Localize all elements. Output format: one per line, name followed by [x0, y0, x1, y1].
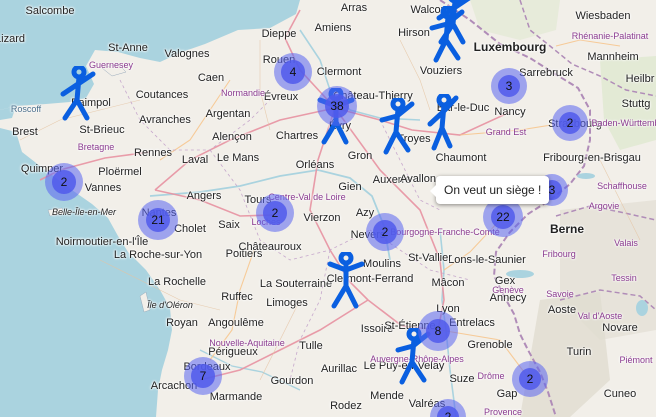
cluster-count: 8	[434, 323, 442, 338]
cluster-marker[interactable]: 2	[256, 194, 294, 232]
cluster-count: 2	[60, 174, 68, 189]
cluster-marker[interactable]: 2	[45, 163, 83, 201]
protest-figure-icon[interactable]	[422, 92, 464, 157]
cluster-count: 2	[271, 205, 279, 220]
cluster-core: 2	[558, 111, 582, 135]
cluster-marker[interactable]: 38	[317, 86, 357, 126]
cluster-count: 21	[151, 212, 165, 227]
cluster-count: 2	[566, 116, 574, 130]
cluster-count: 2	[381, 224, 389, 239]
cluster-marker[interactable]: 3	[491, 68, 527, 104]
cluster-core: 3	[497, 74, 521, 98]
cluster-marker[interactable]: 21	[138, 200, 178, 240]
tooltip-text: On veut un siège !	[444, 183, 542, 197]
cluster-core: 22	[490, 204, 516, 230]
cluster-core: 21	[145, 207, 171, 233]
cluster-core: 38	[324, 93, 350, 119]
cluster-core: 4	[281, 60, 305, 84]
protest-figure-icon[interactable]	[326, 250, 368, 315]
cluster-count: 3	[505, 79, 513, 93]
cluster-core: 7	[191, 364, 215, 388]
cluster-count: 7	[199, 368, 207, 383]
protest-figure-icon[interactable]	[59, 64, 101, 129]
cluster-count: 3	[548, 182, 556, 197]
cluster-marker[interactable]: 8	[418, 311, 458, 351]
cluster-count: 2	[526, 372, 534, 386]
cluster-core: 8	[425, 318, 451, 344]
protest-figure-icon[interactable]	[376, 96, 418, 161]
cluster-marker[interactable]: 7	[184, 357, 222, 395]
cluster-core: 2	[436, 405, 460, 417]
cluster-marker[interactable]: 2	[552, 105, 588, 141]
cluster-marker[interactable]: 4	[274, 53, 312, 91]
cluster-count: 38	[330, 98, 344, 113]
cluster-marker[interactable]: 2	[512, 361, 548, 397]
map-basemap	[0, 0, 656, 417]
cluster-count: 2	[444, 410, 452, 417]
cluster-count: 22	[496, 209, 510, 224]
cluster-core: 2	[373, 220, 397, 244]
protest-figure-icon[interactable]	[435, 0, 477, 53]
cluster-core: 2	[518, 367, 542, 391]
cluster-marker[interactable]: 2	[366, 213, 404, 251]
map-view[interactable]: SalcombeLizardArrasWalcourtWiesbadenDiep…	[0, 0, 656, 417]
cluster-core: 2	[52, 170, 76, 194]
marker-tooltip: On veut un siège !	[429, 176, 550, 204]
cluster-core: 2	[263, 201, 287, 225]
cluster-count: 4	[289, 64, 297, 79]
